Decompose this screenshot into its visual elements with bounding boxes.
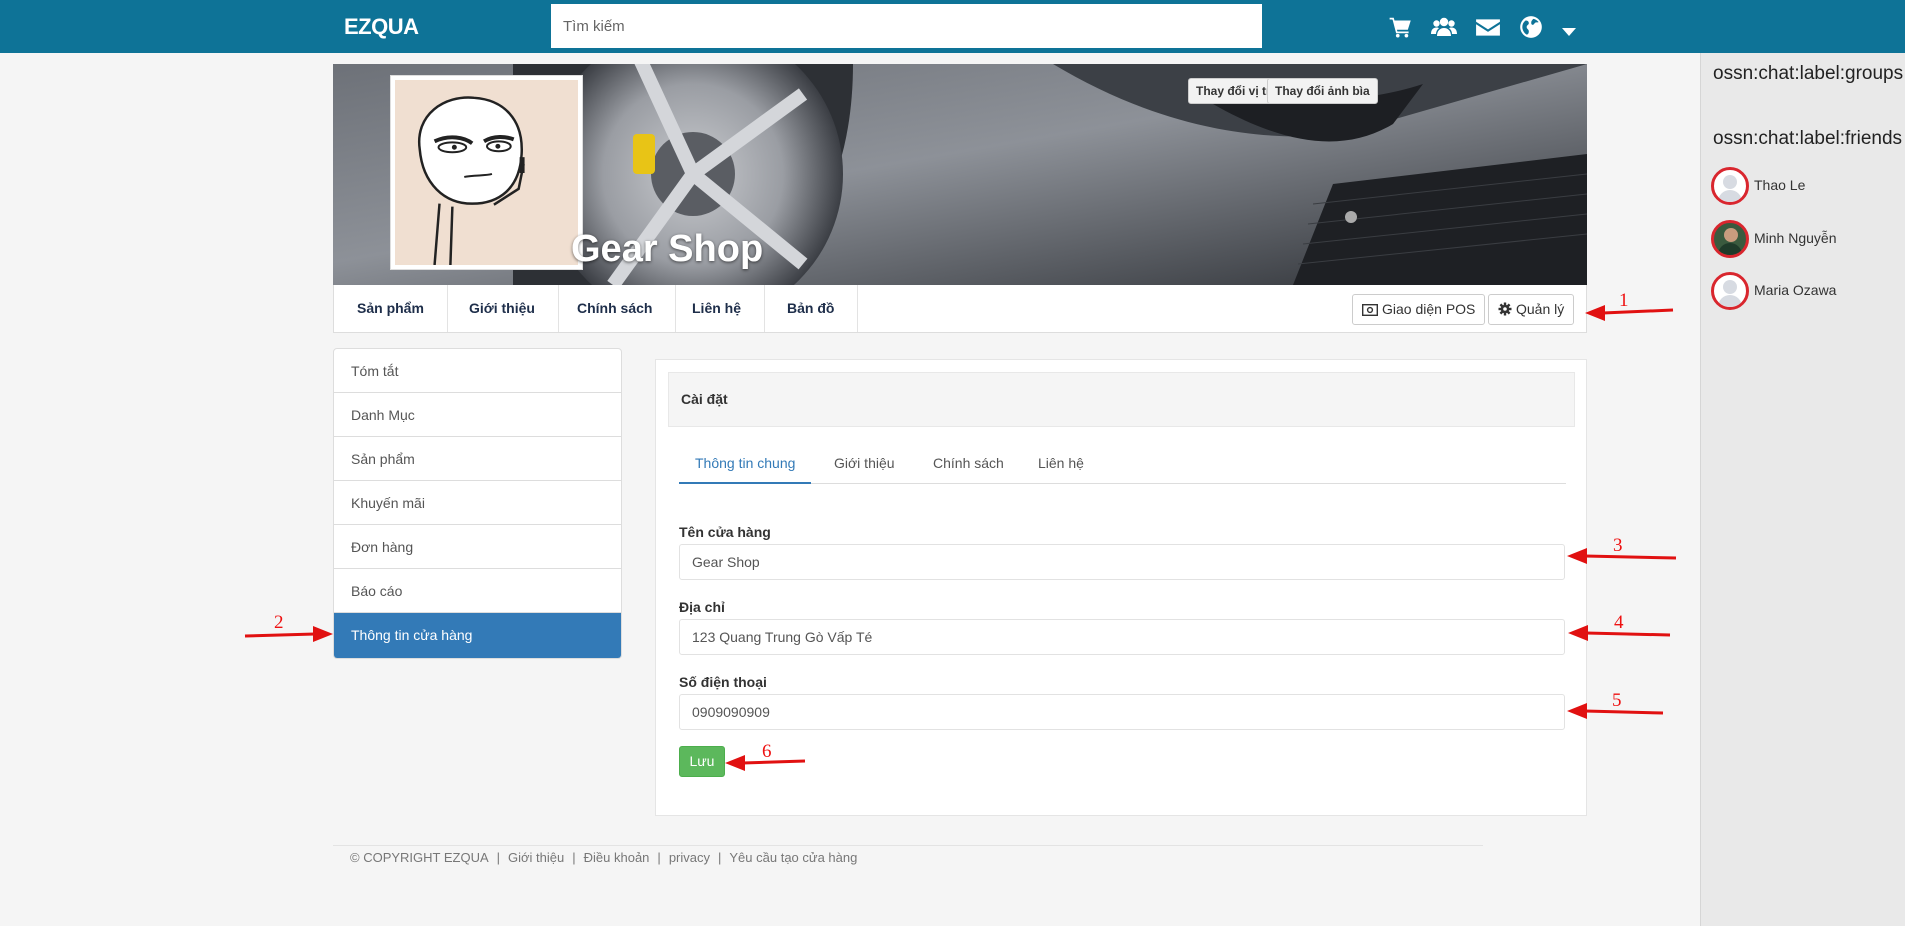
friend-name: Maria Ozawa	[1754, 282, 1837, 298]
globe-icon[interactable]	[1518, 14, 1544, 40]
footer-link-about[interactable]: Giới thiệu	[508, 850, 564, 865]
address-input[interactable]	[679, 619, 1565, 655]
chat-friend-item[interactable]: Thao Le	[1711, 167, 1901, 207]
tab-general-info[interactable]: Thông tin chung	[679, 444, 812, 484]
chat-friend-item[interactable]: Minh Nguyễn	[1711, 220, 1901, 260]
envelope-icon[interactable]	[1475, 14, 1501, 40]
chat-groups-label: ossn:chat:label:groups	[1713, 63, 1904, 84]
friend-name: Minh Nguyễn	[1754, 230, 1837, 246]
phone-label: Số điện thoại	[679, 674, 767, 690]
manage-button-label: Quản lý	[1516, 301, 1565, 317]
footer-link-request-shop[interactable]: Yêu cầu tạo cửa hàng	[729, 850, 857, 865]
profile-nav-about[interactable]: Giới thiệu	[446, 285, 559, 332]
pos-button[interactable]: Giao diện POS	[1352, 294, 1486, 325]
brand-logo[interactable]: EZQUA	[344, 14, 419, 40]
menu-item-orders[interactable]: Đơn hàng	[334, 525, 621, 569]
profile-nav-map[interactable]: Bản đồ	[764, 285, 859, 332]
chat-friends-label: ossn:chat:label:friends	[1713, 128, 1903, 149]
footer-link-privacy[interactable]: privacy	[669, 850, 710, 865]
footer: © COPYRIGHT EZQUA | Giới thiệu | Điều khoản |…	[333, 845, 1483, 865]
settings-tabs: Thông tin chung Giới thiệu Chính sách Li…	[679, 444, 1566, 484]
footer-copyright: © COPYRIGHT EZQUA	[350, 850, 489, 865]
annotation-label: 2	[274, 612, 284, 633]
shop-name-label: Tên cửa hàng	[679, 524, 771, 540]
money-icon	[1361, 303, 1379, 317]
menu-item-categories[interactable]: Danh Mục	[334, 393, 621, 437]
menu-item-products[interactable]: Sản phẩm	[334, 437, 621, 481]
phone-input[interactable]	[679, 694, 1565, 730]
pos-button-label: Giao diện POS	[1382, 301, 1476, 317]
cart-icon[interactable]	[1388, 14, 1414, 40]
menu-item-reports[interactable]: Báo cáo	[334, 569, 621, 613]
profile-avatar[interactable]	[390, 75, 583, 270]
annotation-label: 3	[1613, 535, 1623, 556]
manage-button[interactable]: Quản lý	[1488, 294, 1575, 325]
chat-friend-item[interactable]: Maria Ozawa	[1711, 272, 1901, 312]
annotation-label: 1	[1619, 290, 1629, 311]
address-label: Địa chỉ	[679, 599, 725, 615]
footer-link-terms[interactable]: Điều khoản	[584, 850, 650, 865]
top-navbar: EZQUA	[0, 0, 1905, 53]
menu-item-promotions[interactable]: Khuyến mãi	[334, 481, 621, 525]
settings-panel: Cài đặt Thông tin chung Giới thiệu Chính…	[655, 359, 1587, 816]
shop-admin-menu: Tóm tắt Danh Mục Sản phẩm Khuyến mãi Đơn…	[333, 348, 622, 659]
menu-item-shop-info[interactable]: Thông tin cửa hàng	[334, 613, 621, 658]
avatar	[1711, 220, 1749, 258]
annotation-label: 5	[1612, 690, 1622, 711]
annotation-label: 4	[1614, 612, 1624, 633]
avatar	[1711, 272, 1749, 310]
shop-name-input[interactable]	[679, 544, 1565, 580]
change-cover-button[interactable]: Thay đổi ảnh bìa	[1267, 78, 1378, 104]
caret-down-icon[interactable]	[1560, 18, 1578, 44]
search-input[interactable]	[551, 4, 1262, 48]
menu-item-summary[interactable]: Tóm tắt	[334, 349, 621, 393]
profile-nav-products[interactable]: Sản phẩm	[334, 285, 448, 332]
shop-name-title: Gear Shop	[571, 228, 764, 270]
profile-nav-contact[interactable]: Liên hệ	[669, 285, 766, 332]
tab-policy[interactable]: Chính sách	[933, 444, 1004, 484]
gear-icon	[1498, 302, 1512, 316]
users-icon[interactable]	[1431, 14, 1457, 40]
annotation-label: 6	[762, 741, 772, 762]
chat-sidebar: ossn:chat:label:groups ossn:chat:label:f…	[1700, 53, 1905, 926]
settings-title: Cài đặt	[668, 372, 1575, 427]
save-button[interactable]: Lưu	[679, 746, 725, 777]
meme-face-image	[395, 80, 578, 265]
tab-contact[interactable]: Liên hệ	[1038, 444, 1084, 484]
cover-photo: Thay đổi vị trí Thay đổi ảnh bìa Gear Sh…	[333, 64, 1587, 285]
tab-about[interactable]: Giới thiệu	[834, 444, 895, 484]
profile-nav: Sản phẩm Giới thiệu Chính sách Liên hệ B…	[333, 285, 1587, 333]
avatar	[1711, 167, 1749, 205]
profile-nav-policy[interactable]: Chính sách	[554, 285, 677, 332]
footer-links: © COPYRIGHT EZQUA | Giới thiệu | Điều khoản |…	[350, 850, 858, 865]
friend-name: Thao Le	[1754, 177, 1806, 193]
